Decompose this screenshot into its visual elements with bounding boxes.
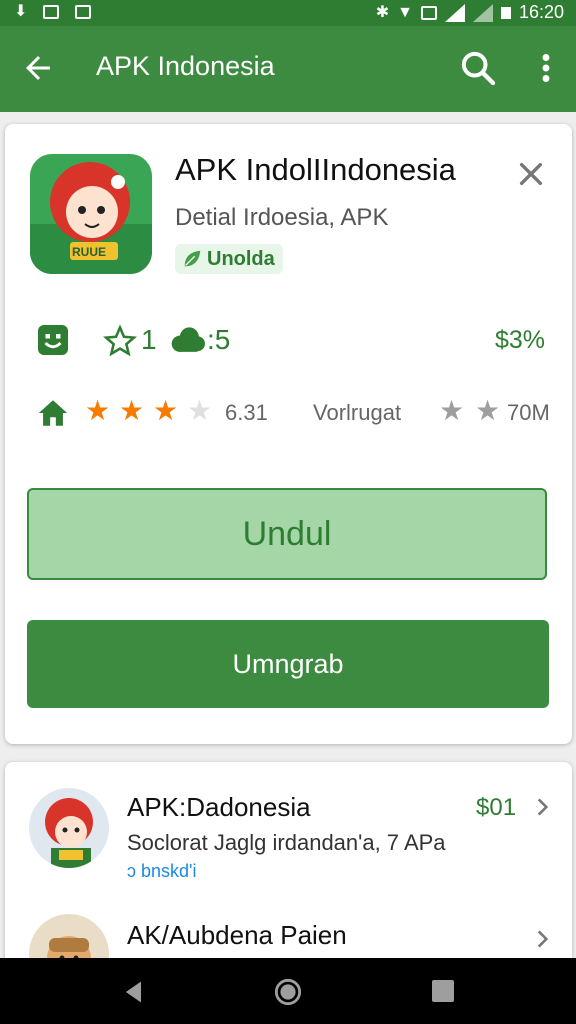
- back-arrow-icon[interactable]: [20, 50, 56, 86]
- bluetooth-icon: ✱: [375, 3, 390, 21]
- star-outline-icon: [103, 324, 137, 357]
- list-item-tag: ↄ bnskd'i: [127, 861, 197, 881]
- list-item-title: APK:Dadonesia: [127, 792, 311, 822]
- download-total: 70M: [507, 400, 550, 425]
- wifi-icon: ▼: [397, 3, 413, 21]
- home-icon: [38, 400, 68, 426]
- cloud-icon: [171, 327, 205, 352]
- list-item-price: $01: [476, 794, 517, 821]
- status-system-icons: ✱ ▼ 16:20: [376, 2, 564, 23]
- nav-back-icon[interactable]: [120, 978, 148, 1006]
- page-title: APK Indonesia: [96, 51, 275, 81]
- close-icon[interactable]: [515, 158, 547, 190]
- app-detail-card: RUUE APK IndolIIndonesia Detial Irdoesia…: [5, 124, 572, 744]
- download-icon: ⬇: [14, 3, 28, 20]
- related-apps-card: APK:Dadonesia $01 Soclorat Jaglg irdanda…: [5, 762, 572, 972]
- tag-icon: ↄ: [127, 861, 136, 881]
- install-button[interactable]: Umngrab: [27, 620, 549, 708]
- category-chip-label: Unolda: [207, 247, 275, 270]
- search-icon[interactable]: [458, 48, 498, 88]
- app-subtitle: Detial Irdoesia, APK: [175, 204, 389, 231]
- vibrate-icon: [420, 5, 437, 20]
- smiley-icon: [38, 325, 68, 355]
- star-filled-icon: ★: [153, 395, 179, 426]
- download-button[interactable]: Undul: [27, 488, 547, 580]
- battery-icon: [500, 6, 511, 19]
- chevron-right-icon[interactable]: [533, 926, 551, 952]
- download-count: :5: [207, 324, 231, 355]
- status-time: 16:20: [518, 2, 564, 22]
- app-name: APK IndolIIndonesia: [175, 152, 456, 187]
- app-bar: APK Indonesia: [0, 26, 576, 112]
- rating-label: Vorlrugat: [313, 400, 402, 425]
- status-notification-icons: ⬇: [14, 2, 92, 22]
- system-nav-bar: [0, 958, 576, 1024]
- app-icon[interactable]: RUUE: [30, 154, 152, 274]
- star-empty-icon: ★: [187, 395, 213, 426]
- avatar: [29, 788, 109, 868]
- character-avatar-icon: [45, 798, 93, 868]
- more-vert-icon[interactable]: [532, 50, 560, 86]
- star-grey-icon: ★: [475, 395, 501, 426]
- rating-percent: $3%: [495, 326, 546, 354]
- nav-home-icon[interactable]: [274, 978, 302, 1006]
- rating-value: 6.31: [225, 400, 268, 425]
- message-icon: [43, 5, 60, 19]
- rating-row: ★ ★ ★ ★ 6.31 Vorlrugat ★ ★ 70M: [35, 394, 555, 434]
- stats-row: 1 :5 $3%: [35, 320, 555, 364]
- star-filled-icon: ★: [119, 395, 145, 426]
- signal-icon: [444, 3, 465, 22]
- leaf-icon: [184, 250, 201, 267]
- status-bar: ⬇ ✱ ▼ 16:20: [0, 0, 576, 26]
- nav-recents-icon[interactable]: [432, 980, 454, 1002]
- chevron-right-icon[interactable]: [533, 794, 551, 820]
- list-item-title: AK/Aubdena Paien: [127, 920, 347, 950]
- list-item-subtitle: Soclorat Jaglg irdandan'a, 7 APa: [127, 830, 446, 855]
- star-grey-icon: ★: [439, 395, 465, 426]
- list-item[interactable]: APK:Dadonesia $01 Soclorat Jaglg irdanda…: [5, 762, 572, 881]
- app-icon-badge-text: RUUE: [72, 245, 107, 259]
- star-filled-icon: ★: [85, 395, 111, 426]
- camera-icon: [75, 5, 92, 19]
- rating-count: 1: [141, 324, 157, 355]
- signal-strength-icon: [472, 3, 493, 22]
- category-chip[interactable]: Unolda: [175, 244, 283, 274]
